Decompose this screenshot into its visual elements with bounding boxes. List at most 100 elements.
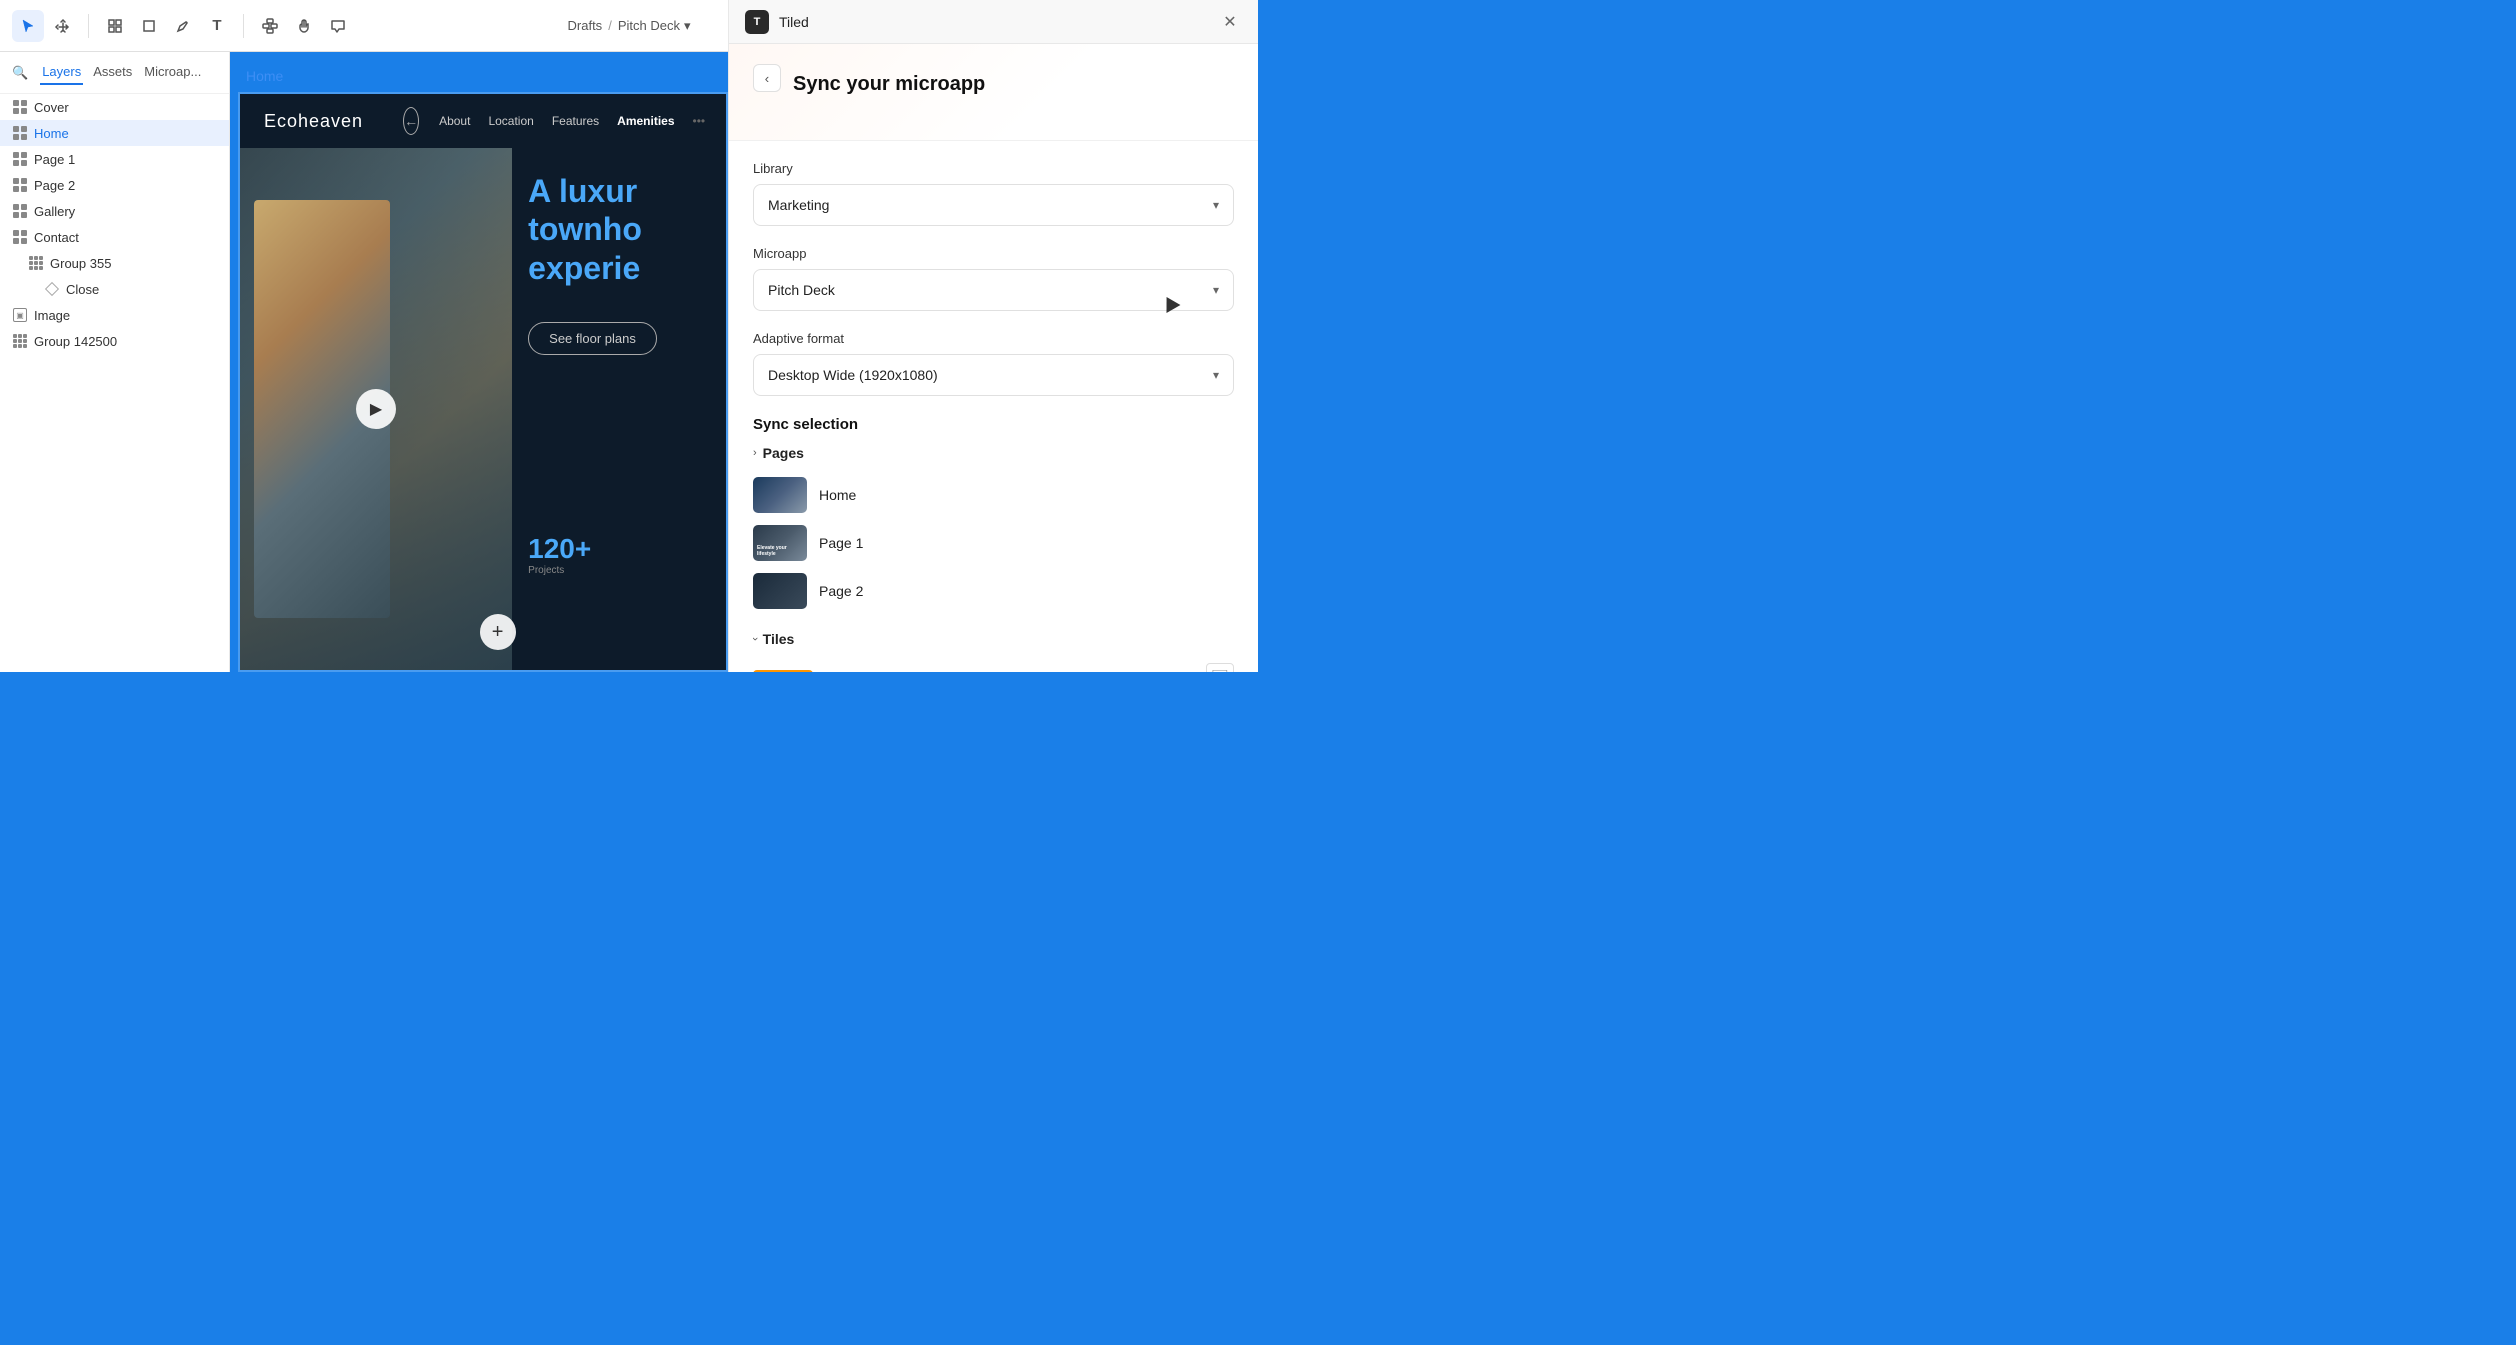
page-thumb-page2 bbox=[753, 573, 807, 609]
library-label: Library bbox=[753, 161, 1234, 176]
adaptive-format-select[interactable]: Desktop Wide (1920x1080) ▾ bbox=[753, 354, 1234, 396]
panel-close-btn[interactable]: ✕ bbox=[1218, 10, 1242, 34]
panel-app-name: Tiled bbox=[779, 14, 809, 30]
layer-contact[interactable]: Contact bbox=[0, 224, 229, 250]
breadcrumb-drafts: Drafts bbox=[568, 18, 603, 33]
component-tool-btn[interactable] bbox=[254, 10, 286, 42]
right-panel: T Tiled ✕ ‹ Sync your microapp Library M… bbox=[728, 0, 1258, 672]
tiles-section-header[interactable]: › Tiles bbox=[753, 631, 1234, 647]
panel-app-icon: T bbox=[745, 10, 769, 34]
toolbar-left-group bbox=[12, 10, 78, 42]
site-logo: Ecoheaven bbox=[264, 111, 363, 132]
layer-group142500-icon bbox=[12, 333, 28, 349]
panel-header-area: ‹ Sync your microapp bbox=[729, 44, 1258, 141]
tile-name-homebtn: Home BTN bbox=[825, 669, 1194, 672]
pages-chevron: › bbox=[753, 447, 757, 459]
cursor-indicator bbox=[1162, 300, 1178, 314]
page-name-page2: Page 2 bbox=[819, 583, 863, 599]
pages-section-header[interactable]: › Pages bbox=[753, 445, 1234, 461]
tab-microapp[interactable]: Microap... bbox=[142, 60, 203, 85]
layer-group355[interactable]: Group 355 bbox=[0, 250, 229, 276]
stat1-label: Projects bbox=[528, 565, 591, 576]
sidebar-tabs: 🔍 Layers Assets Microap... bbox=[0, 52, 229, 94]
layer-image-icon: ▣ bbox=[12, 307, 28, 323]
nav-features[interactable]: Features bbox=[552, 114, 599, 128]
layer-contact-icon bbox=[12, 229, 28, 245]
layer-close[interactable]: Close bbox=[0, 276, 229, 302]
layer-page1[interactable]: Page 1 bbox=[0, 146, 229, 172]
hand-tool-btn[interactable] bbox=[288, 10, 320, 42]
canvas-add-btn[interactable]: + bbox=[480, 614, 516, 650]
sidebar-search-icon[interactable]: 🔍 bbox=[12, 65, 28, 81]
layer-image[interactable]: ▣ Image bbox=[0, 302, 229, 328]
layer-gallery-icon bbox=[12, 203, 28, 219]
sync-selection-title: Sync selection bbox=[753, 416, 1234, 433]
adaptive-format-arrow: ▾ bbox=[1213, 368, 1219, 382]
library-select[interactable]: Marketing ▾ bbox=[753, 184, 1234, 226]
canvas-area: Home Ecoheaven ← About Location Features… bbox=[230, 52, 728, 672]
move-tool-btn[interactable] bbox=[46, 10, 78, 42]
layer-group142500[interactable]: Group 142500 bbox=[0, 328, 229, 354]
panel-content: Library Marketing ▾ Microapp Pitch Deck … bbox=[729, 141, 1258, 672]
editor-container: T Drafts / Pitch Deck ▾ ▶ Present bbox=[0, 0, 1258, 672]
toolbar-sep-1 bbox=[88, 14, 89, 38]
layer-close-icon bbox=[44, 281, 60, 297]
nav-about[interactable]: About bbox=[439, 114, 470, 128]
stat-block-1: 120+ Projects bbox=[528, 533, 591, 576]
text-tool-btn[interactable]: T bbox=[201, 10, 233, 42]
hero-line2: townho bbox=[528, 210, 642, 248]
breadcrumb-current[interactable]: Pitch Deck ▾ bbox=[618, 18, 691, 34]
page-item-home[interactable]: Home bbox=[753, 471, 1234, 519]
shape-tool-btn[interactable] bbox=[133, 10, 165, 42]
nav-more: ••• bbox=[693, 114, 706, 128]
page-item-page2[interactable]: Page 2 bbox=[753, 567, 1234, 615]
hero-line1: A luxur bbox=[528, 172, 642, 210]
tab-assets[interactable]: Assets bbox=[91, 60, 134, 85]
panel-back-btn[interactable]: ‹ bbox=[753, 64, 781, 92]
layer-group355-label: Group 355 bbox=[50, 256, 111, 271]
layer-contact-label: Contact bbox=[34, 230, 79, 245]
adaptive-format-value: Desktop Wide (1920x1080) bbox=[768, 367, 938, 383]
layer-gallery[interactable]: Gallery bbox=[0, 198, 229, 224]
layer-page2[interactable]: Page 2 bbox=[0, 172, 229, 198]
tiles-section: › Tiles Get started Home BTN 🖼 bbox=[753, 631, 1234, 672]
page-thumb-page1: Elevate your lifestyle bbox=[753, 525, 807, 561]
nav-location[interactable]: Location bbox=[488, 114, 533, 128]
layer-gallery-label: Gallery bbox=[34, 204, 75, 219]
microapp-value: Pitch Deck bbox=[768, 282, 835, 298]
tile-item-homebtn[interactable]: Get started Home BTN 🖼 bbox=[753, 657, 1234, 672]
tiles-chevron: › bbox=[749, 637, 761, 641]
hero-play-btn[interactable]: ▶ bbox=[356, 389, 396, 429]
layer-cover-icon bbox=[12, 99, 28, 115]
library-arrow: ▾ bbox=[1213, 198, 1219, 212]
layer-cover[interactable]: Cover bbox=[0, 94, 229, 120]
frame-tool-btn[interactable] bbox=[99, 10, 131, 42]
layer-home-label: Home bbox=[34, 126, 69, 141]
site-nav: Ecoheaven ← About Location Features Amen… bbox=[240, 94, 726, 148]
layer-image-label: Image bbox=[34, 308, 70, 323]
page-label: Home bbox=[246, 68, 283, 84]
breadcrumb: Drafts / Pitch Deck ▾ bbox=[568, 18, 691, 34]
tab-layers[interactable]: Layers bbox=[40, 60, 83, 85]
nav-amenities[interactable]: Amenities bbox=[617, 114, 674, 128]
site-hero-image: ▶ bbox=[240, 148, 512, 670]
canvas-frame: Ecoheaven ← About Location Features Amen… bbox=[238, 92, 728, 672]
panel-title: Sync your microapp bbox=[793, 73, 985, 96]
site-nav-links: About Location Features Amenities ••• bbox=[439, 114, 705, 128]
pages-section: › Pages Home Elevate your lifestyle bbox=[753, 445, 1234, 615]
stat1-num: 120+ bbox=[528, 533, 591, 565]
layer-cover-label: Cover bbox=[34, 100, 69, 115]
pen-tool-btn[interactable] bbox=[167, 10, 199, 42]
microapp-label: Microapp bbox=[753, 246, 1234, 261]
page-item-page1[interactable]: Elevate your lifestyle Page 1 bbox=[753, 519, 1234, 567]
breadcrumb-separator: / bbox=[608, 18, 612, 33]
toolbar-frame-group: T bbox=[99, 10, 233, 42]
site-cta-btn[interactable]: See floor plans bbox=[528, 322, 657, 355]
layer-group142500-label: Group 142500 bbox=[34, 334, 117, 349]
layer-close-label: Close bbox=[66, 282, 99, 297]
layer-home[interactable]: Home bbox=[0, 120, 229, 146]
select-tool-btn[interactable] bbox=[12, 10, 44, 42]
comment-tool-btn[interactable] bbox=[322, 10, 354, 42]
site-nav-back-btn[interactable]: ← bbox=[403, 107, 419, 135]
hero-heading: A luxur townho experie bbox=[528, 172, 642, 287]
